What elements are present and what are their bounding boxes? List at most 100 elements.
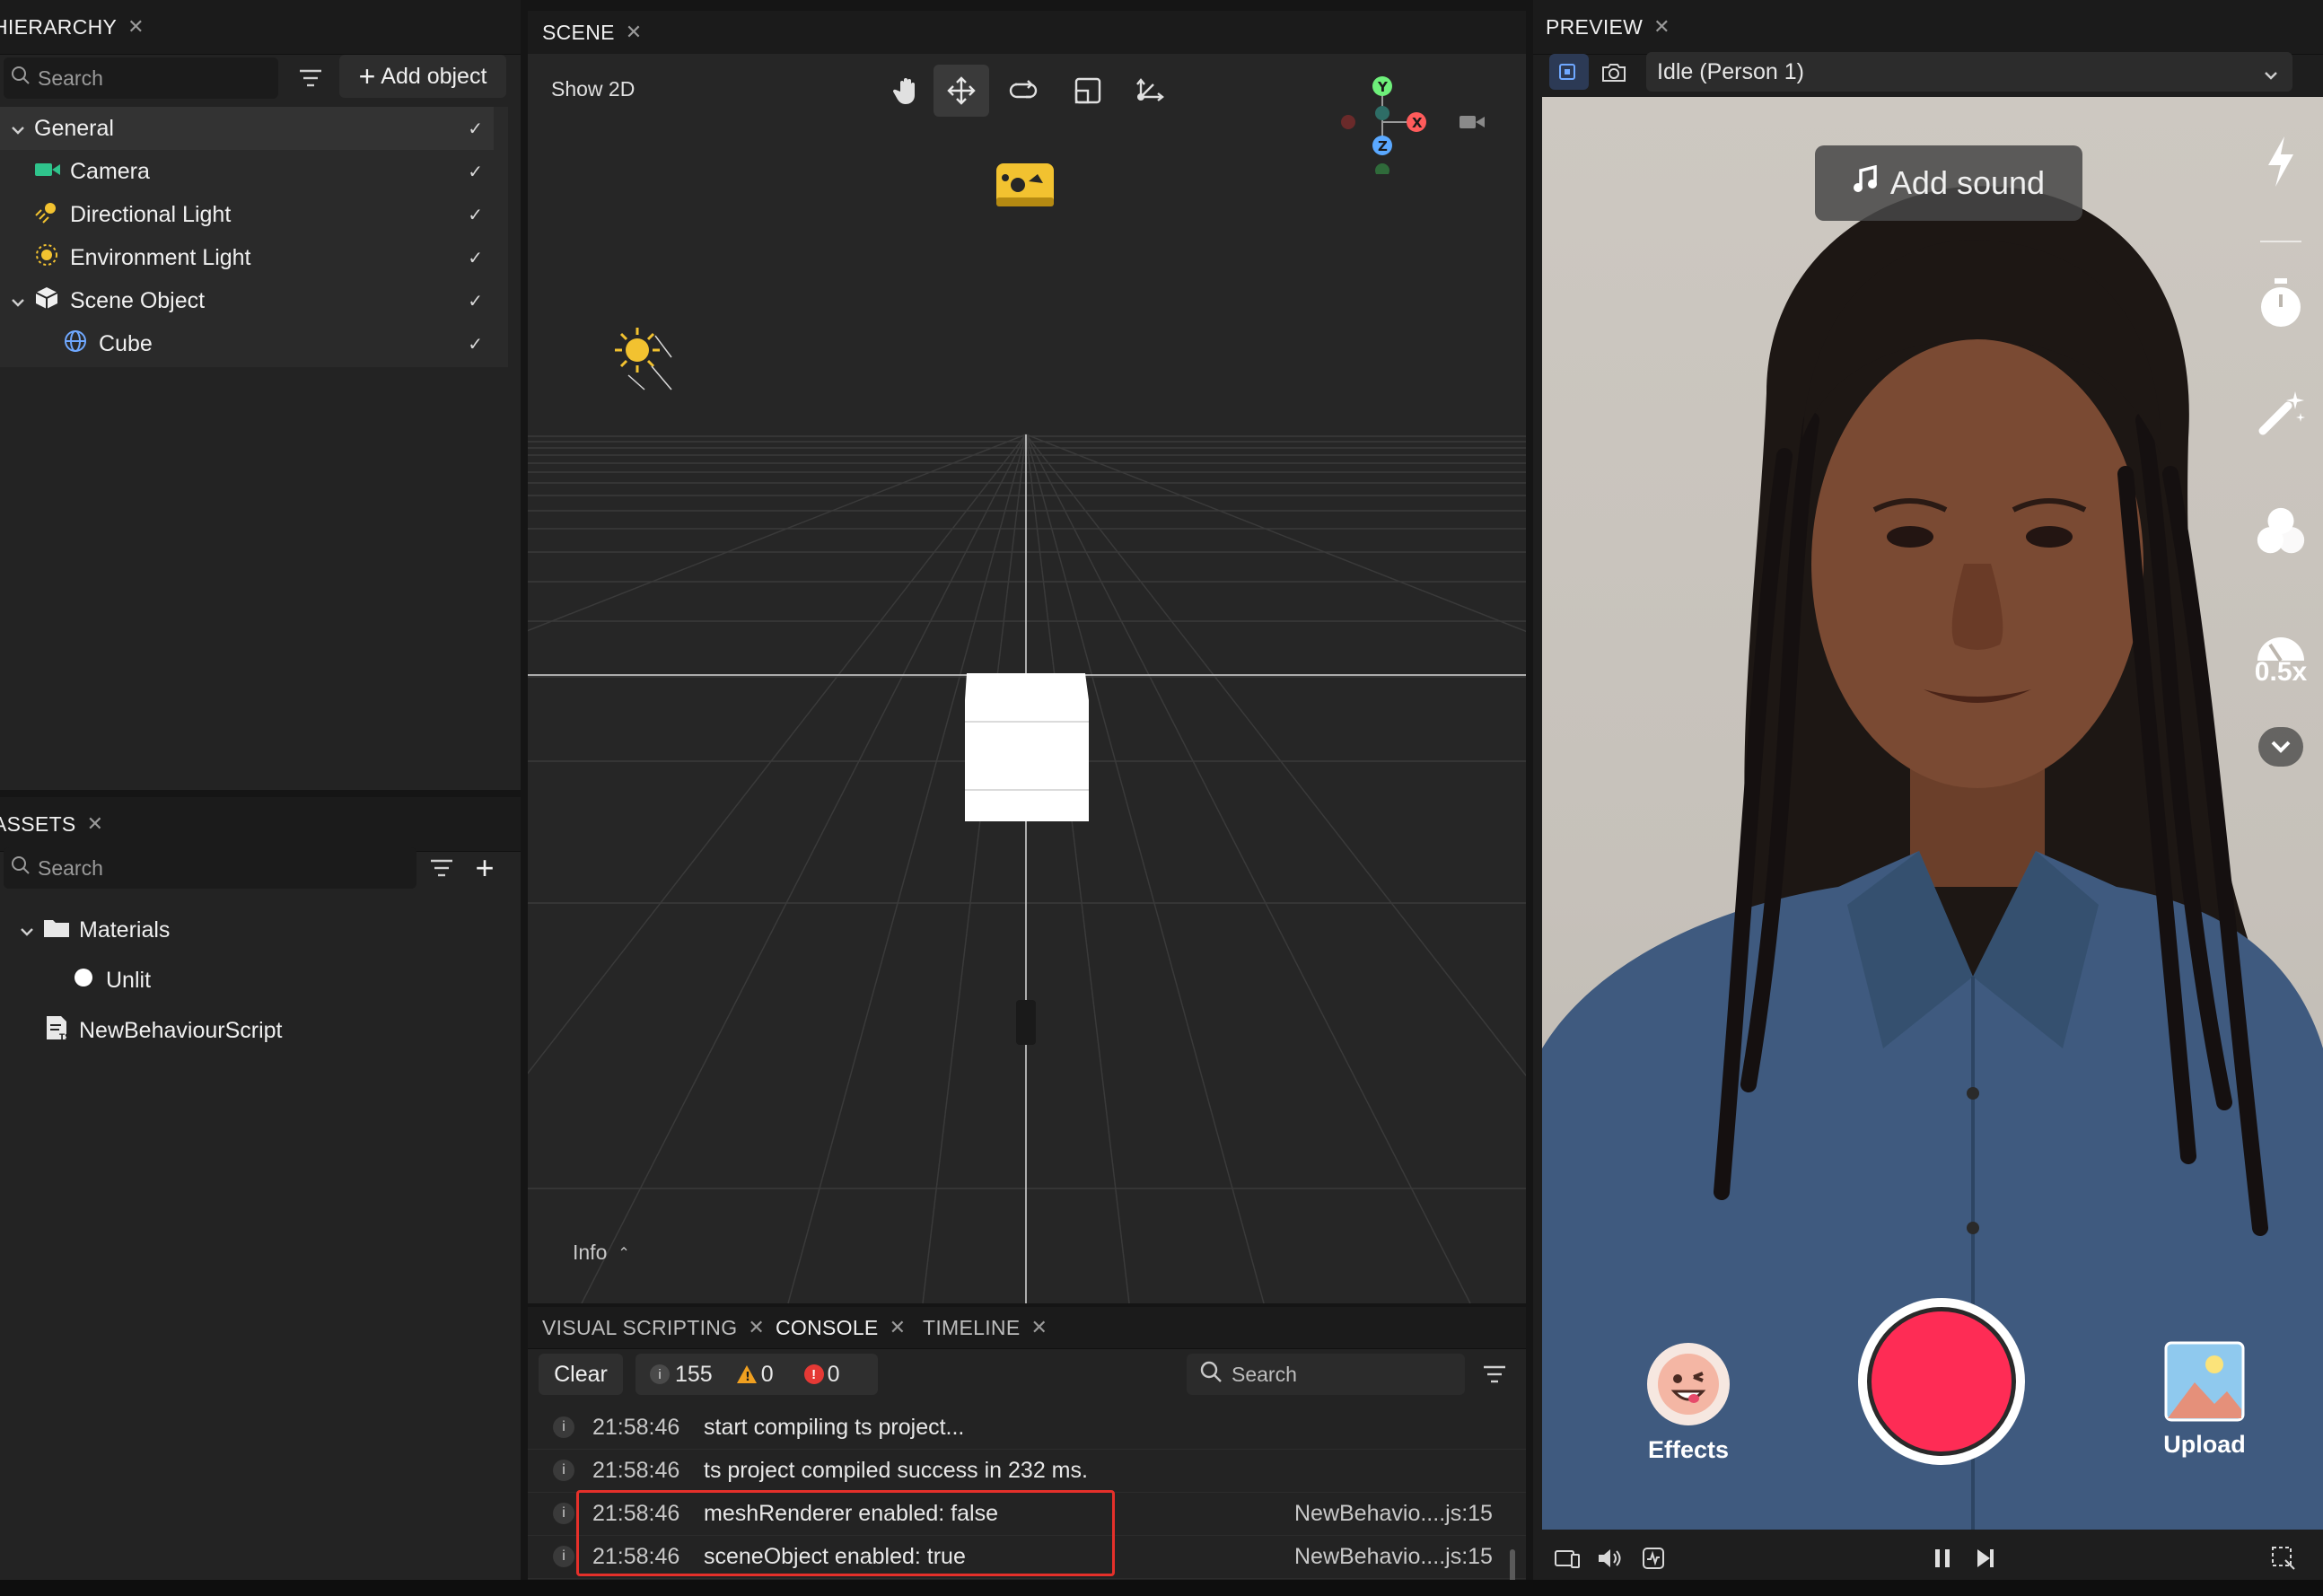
- add-sound-button[interactable]: Add sound: [1815, 145, 2082, 221]
- volume-icon[interactable]: [1592, 1540, 1628, 1576]
- gizmo-y-label: Y: [1377, 79, 1389, 95]
- chevron-down-icon[interactable]: [11, 288, 31, 314]
- speed-icon[interactable]: 0.5x: [2253, 619, 2309, 700]
- add-asset-button[interactable]: +: [467, 849, 503, 887]
- camera-view-icon[interactable]: [1460, 116, 1485, 128]
- tab-assets-label: ASSETS: [0, 811, 76, 836]
- asset-item-newbehaviourscript[interactable]: TS NewBehaviourScript: [0, 1009, 506, 1052]
- scene-grid: [528, 434, 1526, 1303]
- performance-icon[interactable]: [1635, 1540, 1671, 1576]
- assets-search-input[interactable]: Search: [4, 847, 416, 889]
- info-toggle[interactable]: Info ⌃: [573, 1241, 630, 1265]
- log-filter-group: i 155 ! 0 ! 0: [636, 1354, 878, 1395]
- tab-scene[interactable]: SCENE ✕: [542, 11, 642, 54]
- device-icon[interactable]: [1549, 1540, 1585, 1576]
- hierarchy-item-environment-light[interactable]: Environment Light ✓: [0, 236, 494, 279]
- console-source-link[interactable]: NewBehavio....js:15: [1294, 1544, 1493, 1570]
- record-button[interactable]: [1858, 1298, 2025, 1465]
- camera-gizmo-icon[interactable]: [993, 158, 1057, 216]
- console-row[interactable]: i 21:58:46 start compiling ts project...: [528, 1406, 1526, 1450]
- gizmo-z-label: Z: [1378, 138, 1388, 154]
- checkmark-icon[interactable]: ✓: [468, 333, 483, 355]
- close-icon[interactable]: ✕: [626, 21, 643, 44]
- effects-button[interactable]: Effects: [1639, 1341, 1738, 1464]
- record-button-inner: [1867, 1307, 2016, 1456]
- hierarchy-item-label: General: [34, 115, 114, 141]
- hierarchy-item-cube[interactable]: Cube ✓: [0, 322, 494, 365]
- filters-icon[interactable]: [2253, 504, 2309, 567]
- console-source-link[interactable]: NewBehavio....js:15: [1294, 1501, 1493, 1527]
- upload-button[interactable]: Upload: [2151, 1341, 2258, 1459]
- filter-icon[interactable]: [1474, 1355, 1515, 1393]
- asset-item-unlit[interactable]: Unlit: [0, 959, 506, 1002]
- checkmark-icon[interactable]: ✓: [468, 247, 483, 269]
- tab-hierarchy[interactable]: HIERARCHY ✕: [0, 0, 145, 54]
- hierarchy-item-general[interactable]: General ✓: [0, 107, 494, 150]
- error-count: 0: [827, 1361, 840, 1387]
- directional-light-gizmo-icon[interactable]: [610, 323, 700, 417]
- info-filter[interactable]: i 155: [650, 1362, 713, 1388]
- tab-assets[interactable]: ASSETS ✕: [0, 797, 103, 851]
- material-dot-icon: [74, 968, 106, 994]
- tab-visual-scripting[interactable]: VISUAL SCRIPTING ✕: [542, 1307, 765, 1348]
- checkmark-icon[interactable]: ✓: [468, 204, 483, 226]
- hierarchy-item-scene-object[interactable]: Scene Object ✓: [0, 279, 494, 322]
- mesh-globe-icon: [63, 329, 95, 360]
- camera-preview[interactable]: Add sound 0.5x Effects Upload: [1542, 97, 2323, 1530]
- assets-tabbar: ASSETS ✕: [0, 797, 521, 852]
- step-forward-icon[interactable]: [1968, 1540, 2003, 1576]
- clear-button[interactable]: Clear: [539, 1354, 623, 1395]
- scale-icon[interactable]: [1061, 65, 1115, 117]
- checkmark-icon[interactable]: ✓: [468, 290, 483, 312]
- filter-icon[interactable]: [293, 59, 329, 97]
- console-search-input[interactable]: Search: [1187, 1354, 1465, 1395]
- hierarchy-panel: HIERARCHY ✕ Search + Add object General …: [0, 0, 521, 790]
- preview-mode-icon[interactable]: [1549, 54, 1589, 90]
- close-icon[interactable]: ✕: [127, 15, 145, 39]
- tab-preview[interactable]: PREVIEW ✕: [1546, 0, 1670, 54]
- add-object-button[interactable]: + Add object: [339, 55, 506, 98]
- tab-console[interactable]: CONSOLE ✕: [776, 1307, 906, 1348]
- close-icon[interactable]: ✕: [890, 1316, 907, 1339]
- asset-item-materials[interactable]: Materials: [0, 908, 506, 951]
- flash-icon[interactable]: [2253, 135, 2309, 197]
- tab-timeline[interactable]: TIMELINE ✕: [923, 1307, 1048, 1348]
- warning-filter[interactable]: ! 0: [736, 1362, 774, 1388]
- move-icon[interactable]: [934, 65, 989, 117]
- tab-scene-label: SCENE: [542, 20, 615, 44]
- cube-mesh[interactable]: [965, 673, 1089, 821]
- checkmark-icon[interactable]: ✓: [468, 161, 483, 183]
- rotate-icon[interactable]: [996, 65, 1050, 117]
- close-icon[interactable]: ✕: [1653, 15, 1670, 39]
- more-options-chevron-icon[interactable]: [2258, 727, 2303, 767]
- close-icon[interactable]: ✕: [1030, 1316, 1048, 1339]
- checkmark-icon[interactable]: ✓: [468, 118, 483, 140]
- hierarchy-item-directional-light[interactable]: Directional Light ✓: [0, 193, 494, 236]
- console-tabbar: VISUAL SCRIPTING ✕ CONSOLE ✕ TIMELINE ✕: [528, 1307, 1526, 1349]
- transform-icon[interactable]: [1124, 65, 1178, 117]
- error-filter[interactable]: ! 0: [803, 1361, 840, 1388]
- hierarchy-item-camera[interactable]: Camera ✓: [0, 150, 494, 193]
- pause-icon[interactable]: [1924, 1540, 1960, 1576]
- person-select[interactable]: Idle (Person 1): [1646, 52, 2292, 92]
- close-icon[interactable]: ✕: [748, 1316, 765, 1339]
- chevron-down-icon[interactable]: [11, 116, 31, 142]
- console-row[interactable]: i 21:58:46 ts project compiled success i…: [528, 1449, 1526, 1493]
- axis-gizmo[interactable]: Y X Z: [1327, 66, 1497, 174]
- scene-viewport[interactable]: Show 2D Y X Z Info ⌃: [528, 54, 1526, 1303]
- filter-icon[interactable]: [424, 849, 460, 887]
- assets-panel: ASSETS ✕ Search + Materials Unlit TS New…: [0, 797, 521, 1596]
- chevron-down-icon[interactable]: [20, 917, 39, 943]
- hand-icon[interactable]: [880, 65, 934, 117]
- hierarchy-search-input[interactable]: Search: [4, 57, 278, 99]
- asset-item-label: NewBehaviourScript: [79, 1017, 283, 1043]
- beauty-wand-icon[interactable]: [2253, 386, 2309, 449]
- timer-icon[interactable]: [2253, 276, 2309, 339]
- effects-label: Effects: [1647, 1436, 1730, 1463]
- close-icon[interactable]: ✕: [87, 812, 104, 836]
- show-2d-toggle[interactable]: Show 2D: [551, 77, 635, 101]
- snapshot-camera-icon[interactable]: [1594, 54, 1634, 90]
- console-log-list[interactable]: i 21:58:46 start compiling ts project...…: [528, 1406, 1526, 1596]
- upload-label: Upload: [2163, 1431, 2246, 1458]
- region-select-icon[interactable]: [2266, 1540, 2301, 1576]
